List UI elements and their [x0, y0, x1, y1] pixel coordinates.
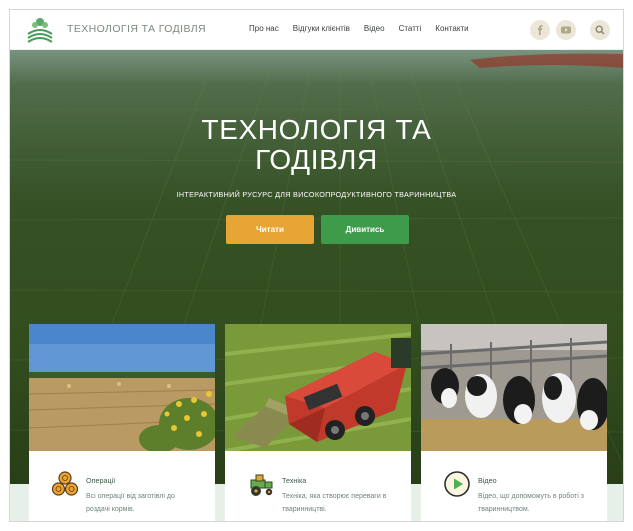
hero-title: ТЕХНОЛОГІЯ ТА ГОДІВЛЯ — [10, 115, 623, 175]
hero-title-line1: ТЕХНОЛОГІЯ ТА — [201, 114, 432, 145]
card-video[interactable]: Відео Відео, що допоможуть в роботі з тв… — [421, 451, 607, 521]
search-icon[interactable] — [590, 20, 610, 40]
nav-articles[interactable]: Статті — [399, 24, 422, 33]
card-operations[interactable]: Операції Всі операції від заготівлі до р… — [29, 451, 215, 521]
page-frame: ТЕХНОЛОГІЯ ТА ГОДІВЛЯ Про нас Відгуки кл… — [9, 9, 624, 522]
card-title: Техніка — [282, 476, 307, 485]
card-photo-baler[interactable] — [225, 324, 411, 451]
main-nav: Про нас Відгуки клієнтів Відео Статті Ко… — [249, 24, 483, 33]
play-icon — [444, 471, 470, 497]
facebook-icon[interactable] — [530, 20, 550, 40]
card-text: Техніка, яка створює переваги в тваринни… — [282, 493, 387, 513]
card-title: Операції — [86, 476, 116, 485]
nav-contacts[interactable]: Контакти — [435, 24, 468, 33]
tractor-icon — [250, 474, 273, 496]
card-title: Відео — [478, 476, 497, 485]
nav-video[interactable]: Відео — [364, 24, 385, 33]
card-photo-cows[interactable] — [421, 324, 607, 451]
hero-subtitle: ІНТЕРАКТИВНИЙ РУСУРС ДЛЯ ВИСОКОПРОДУКТИВ… — [176, 190, 457, 199]
logo-text[interactable]: ТЕХНОЛОГІЯ ТА ГОДІВЛЯ — [67, 23, 206, 35]
read-button[interactable]: Читати — [226, 215, 314, 244]
card-photo-hay-field[interactable] — [29, 324, 215, 451]
site-header: ТЕХНОЛОГІЯ ТА ГОДІВЛЯ Про нас Відгуки кл… — [10, 10, 623, 50]
logo-icon[interactable] — [26, 16, 54, 44]
card-machinery[interactable]: Техніка Техніка, яка створює переваги в … — [225, 451, 411, 521]
card-text: Відео, що допоможуть в роботі з тваринни… — [478, 493, 584, 513]
nav-about[interactable]: Про нас — [249, 24, 279, 33]
hay-bales-icon — [51, 471, 79, 496]
watch-button[interactable]: Дивитись — [321, 215, 409, 244]
nav-reviews[interactable]: Відгуки клієнтів — [293, 24, 350, 33]
youtube-icon[interactable] — [556, 20, 576, 40]
card-text: Всі операції від заготівлі до роздачі ко… — [86, 493, 175, 513]
hero-title-line2: ГОДІВЛЯ — [255, 144, 378, 175]
